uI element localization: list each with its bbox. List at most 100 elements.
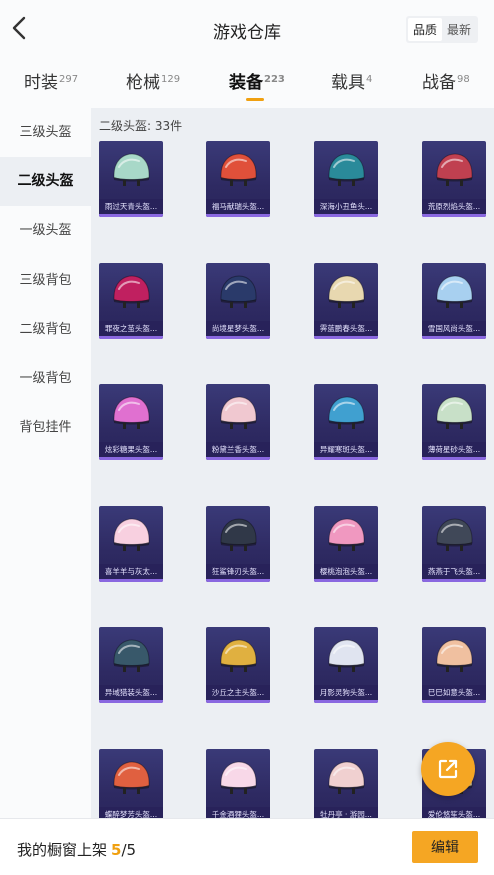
item-card[interactable]: 罪夜之茧头盔... [99, 262, 163, 341]
item-name: 霁蓝鹏春头盔... [314, 320, 378, 336]
item-card[interactable]: 樱桃泡泡头盔... [314, 505, 378, 584]
item-name: 牡丹亭 · 游园... [314, 806, 378, 818]
item-name: 樱桃泡泡头盔... [314, 563, 378, 579]
item-card[interactable]: 雪国风尚头盔... [422, 262, 486, 341]
helmet-icon [436, 274, 473, 308]
item-card-frame: 雨过天青头盔... [99, 141, 163, 217]
tab-count: 129 [161, 74, 181, 85]
item-card-frame: 尚境星梦头盔... [206, 262, 270, 339]
tab-guns[interactable]: 枪械129 [126, 68, 180, 93]
item-card[interactable]: 狂鲨锋刃头盔... [206, 505, 270, 584]
showcase-total: /5 [121, 841, 137, 859]
item-card[interactable]: 喜羊羊与灰太... [99, 505, 163, 584]
tab-equipment[interactable]: 装备223 [229, 68, 285, 101]
sidebar-item-level1-backpack[interactable]: 一级背包 [0, 354, 91, 403]
tab-vehicles[interactable]: 载具4 [331, 68, 372, 93]
game-warehouse-screen: 游戏仓库 品质 最新 时装297 枪械129 装备223 载具4 战备98 三级… [0, 0, 494, 875]
item-card[interactable]: 尚境星梦头盔... [206, 262, 270, 341]
item-card-frame: 异耀寒斑头盔... [314, 384, 378, 460]
item-card[interactable]: 薄荷星砂头盔... [422, 384, 486, 462]
item-card[interactable]: 蝶醉梦芳头盔... [99, 748, 163, 818]
helmet-icon [328, 274, 365, 308]
item-name: 荒原烈焰头盔... [422, 199, 486, 214]
item-card-frame: 薄荷星砂头盔... [422, 384, 486, 460]
helmet-icon [220, 639, 257, 672]
tab-label: 枪械 [126, 73, 160, 93]
item-card[interactable]: 沙丘之主头盔... [206, 627, 270, 705]
item-card-frame: 雪国风尚头盔... [422, 262, 486, 339]
item-card[interactable]: 巳巳如意头盔... [422, 627, 486, 705]
item-card-frame: 荒原烈焰头盔... [422, 141, 486, 217]
item-name: 喜羊羊与灰太... [99, 563, 163, 579]
item-card[interactable]: 异域猎装头盔... [99, 627, 163, 705]
item-card-frame: 千金酒狸头盔... [206, 748, 270, 818]
item-card[interactable]: 千金酒狸头盔... [206, 748, 270, 818]
item-name: 雨过天青头盔... [99, 199, 163, 214]
item-card[interactable]: 霁蓝鹏春头盔... [314, 262, 378, 341]
helmet-icon [113, 760, 150, 794]
item-name: 月影灵狗头盔... [314, 685, 378, 700]
item-name: 爱伦悠笙头盔... [422, 806, 486, 818]
helmet-icon [220, 274, 257, 308]
tab-count: 98 [457, 74, 470, 85]
sort-option-quality[interactable]: 品质 [407, 18, 442, 41]
item-name: 粉黛兰香头盔... [206, 442, 270, 457]
item-card-frame: 福马献瑞头盔... [206, 141, 270, 217]
item-card[interactable]: 异耀寒斑头盔... [314, 384, 378, 462]
helmet-icon [113, 396, 150, 429]
tab-supplies[interactable]: 战备98 [422, 68, 470, 93]
sort-toggle: 品质 最新 [405, 16, 478, 43]
sidebar-item-level2-helmet[interactable]: 二级头盔 [0, 157, 91, 207]
sidebar-item-level1-helmet[interactable]: 一级头盔 [0, 206, 91, 255]
helmet-icon [113, 639, 150, 672]
item-card-frame: 深海小丑鱼头... [314, 141, 378, 217]
sidebar-item-level3-backpack[interactable]: 三级背包 [0, 256, 91, 305]
item-card-frame: 喜羊羊与灰太... [99, 505, 163, 582]
item-name: 异域猎装头盔... [99, 685, 163, 700]
helmet-icon [220, 760, 257, 794]
item-card[interactable]: 月影灵狗头盔... [314, 627, 378, 705]
item-card[interactable]: 福马献瑞头盔... [206, 141, 270, 219]
item-name: 雪国风尚头盔... [422, 320, 486, 336]
item-card[interactable]: 牡丹亭 · 游园... [314, 748, 378, 818]
tab-label: 战备 [422, 73, 456, 93]
item-name: 沙丘之主头盔... [206, 685, 270, 700]
helmet-icon [220, 153, 257, 186]
item-card-frame: 粉黛兰香头盔... [206, 384, 270, 460]
helmet-icon [328, 153, 365, 186]
item-card[interactable]: 燕燕于飞头盔... [422, 505, 486, 584]
item-name: 异耀寒斑头盔... [314, 442, 378, 457]
sidebar-item-level2-backpack[interactable]: 二级背包 [0, 305, 91, 354]
tab-count: 223 [264, 74, 285, 85]
item-name: 薄荷星砂头盔... [422, 442, 486, 457]
helmet-icon [328, 517, 365, 551]
item-card-frame: 牡丹亭 · 游园... [314, 748, 378, 818]
item-card[interactable]: 雨过天青头盔... [99, 141, 163, 219]
item-card[interactable]: 深海小丑鱼头... [314, 141, 378, 219]
item-card-frame: 巳巳如意头盔... [422, 627, 486, 703]
helmet-icon [113, 517, 150, 551]
item-name: 燕燕于飞头盔... [422, 563, 486, 579]
share-button[interactable] [421, 742, 475, 796]
tab-fashion[interactable]: 时装297 [24, 68, 78, 93]
item-card[interactable]: 炫彩糖果头盔... [99, 384, 163, 462]
tab-label: 装备 [229, 73, 263, 93]
item-card[interactable]: 粉黛兰香头盔... [206, 384, 270, 462]
item-card-frame: 燕燕于飞头盔... [422, 505, 486, 582]
item-card-frame: 霁蓝鹏春头盔... [314, 262, 378, 339]
item-card[interactable]: 荒原烈焰头盔... [422, 141, 486, 219]
item-card-frame: 樱桃泡泡头盔... [314, 505, 378, 582]
item-grid: 雨过天青头盔... 福马献瑞头盔... 深海小丑鱼头... 荒原烈焰头盔... 罪夜之茧… [91, 108, 494, 818]
sort-option-latest[interactable]: 最新 [442, 18, 476, 41]
helmet-icon [436, 153, 473, 186]
sidebar-item-level3-helmet[interactable]: 三级头盔 [0, 108, 91, 157]
item-grid-panel: 二级头盔: 33件 雨过天青头盔... 福马献瑞头盔... 深海小丑鱼头... 荒原烈… [91, 108, 494, 818]
sidebar-item-backpack-charm[interactable]: 背包挂件 [0, 403, 91, 452]
helmet-icon [220, 396, 257, 429]
item-card-frame: 罪夜之茧头盔... [99, 262, 163, 339]
showcase-count: 5 [111, 841, 122, 859]
category-tabs: 时装297 枪械129 装备223 载具4 战备98 [0, 60, 494, 106]
edit-button[interactable]: 编辑 [412, 831, 478, 863]
item-card-frame: 狂鲨锋刃头盔... [206, 505, 270, 582]
showcase-label: 我的橱窗上架 [17, 841, 108, 859]
